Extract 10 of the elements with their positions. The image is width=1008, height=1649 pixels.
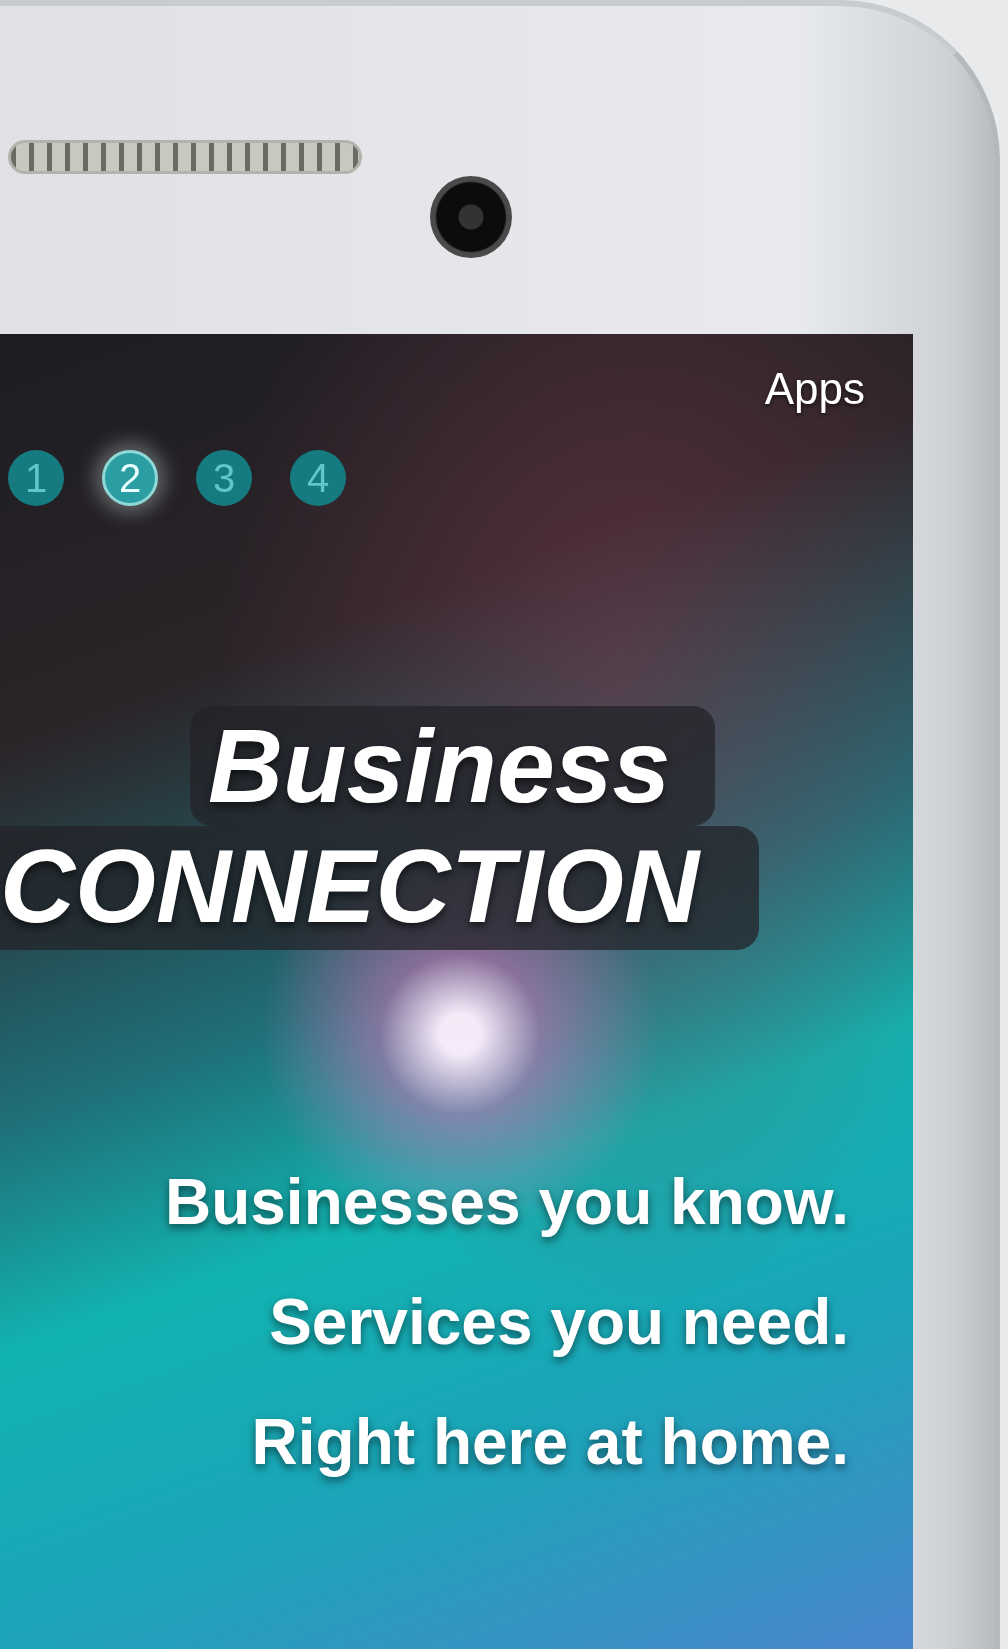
page-indicator[interactable]: 3	[196, 450, 252, 506]
headline-text: CONNECTION	[0, 826, 760, 950]
apps-label[interactable]: Apps	[764, 364, 865, 414]
page-indicator[interactable]: 4	[290, 450, 346, 506]
page-indicator[interactable]: 2	[102, 450, 158, 506]
tagline-text: Businesses you know.	[164, 1165, 849, 1240]
tagline-text: Services you need.	[269, 1285, 849, 1360]
tagline-text: Right here at home.	[251, 1405, 849, 1480]
headline-text: Business	[190, 706, 716, 826]
page-indicator[interactable]: 1	[8, 450, 64, 506]
